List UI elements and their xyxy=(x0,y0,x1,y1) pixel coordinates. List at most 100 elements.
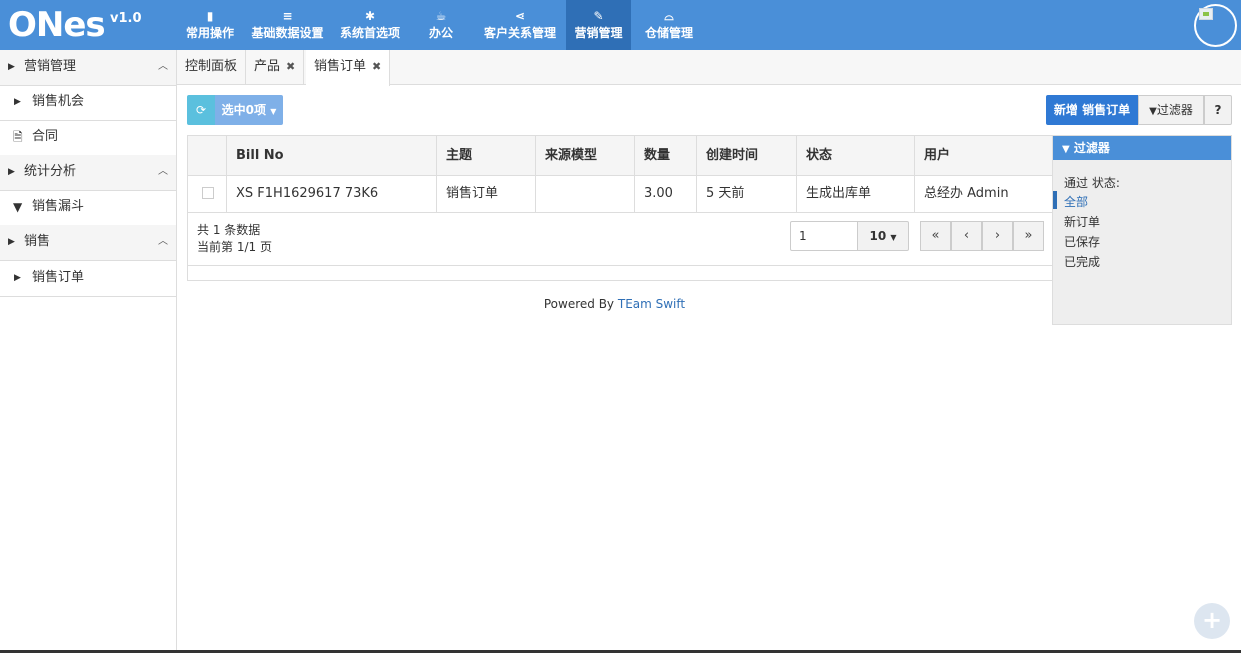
caret-right-icon: ▶ xyxy=(14,273,21,283)
selected-indicator xyxy=(1053,191,1057,209)
filter-label: 过滤器 xyxy=(1156,103,1193,117)
selected-items-dropdown[interactable]: 选中0项 ▼ xyxy=(215,95,283,125)
page-indicator: 当前第 1/1 页 xyxy=(197,240,272,254)
table-footer: 共 1 条数据 当前第 1/1 页 1 10 ▼ « ‹ › » xyxy=(188,213,1052,266)
prev-page-button[interactable]: ‹ xyxy=(951,221,982,251)
orders-table: Bill No 主题 来源模型 数量 创建时间 状态 用户 XS F1H1629… xyxy=(187,135,1053,281)
app-logo[interactable]: ONes v1.0 xyxy=(6,4,176,46)
page-size-select[interactable]: 10 ▼ xyxy=(857,221,909,251)
table-header: Bill No 主题 来源模型 数量 创建时间 状态 用户 xyxy=(188,136,1052,176)
nav-label: 基础数据设置 xyxy=(251,26,324,40)
tab-label: 控制面板 xyxy=(185,59,238,74)
column-header[interactable]: 来源模型 xyxy=(536,136,635,175)
column-header[interactable]: 创建时间 xyxy=(697,136,797,175)
double-chevron-left-icon: « xyxy=(931,228,940,243)
row-checkbox[interactable] xyxy=(202,187,214,199)
nav-item-common[interactable]: ▮ 常用操作 xyxy=(177,0,243,50)
filter-icon: ▼ xyxy=(1062,144,1070,155)
table-cell: XS F1H1629617 73K6 xyxy=(227,176,437,212)
caret-down-icon: ▼ xyxy=(890,233,897,242)
filter-panel-title: 过滤器 xyxy=(1073,141,1110,155)
user-avatar[interactable] xyxy=(1194,4,1237,47)
new-sales-order-button[interactable]: 新增 销售订单 xyxy=(1046,95,1138,125)
pagination-info: 共 1 条数据 当前第 1/1 页 xyxy=(197,222,272,256)
filter-option-completed[interactable]: 已完成 xyxy=(1064,253,1100,270)
sidebar-group-label: 销售 xyxy=(24,234,51,249)
sidebar-item-sales-opportunity[interactable]: ▶ 销售机会 xyxy=(0,85,176,121)
double-chevron-right-icon: » xyxy=(1024,228,1033,243)
gear-icon: ✱ xyxy=(364,9,376,23)
column-header[interactable]: 状态 xyxy=(797,136,915,175)
last-page-button[interactable]: » xyxy=(1013,221,1044,251)
filter-option-all[interactable]: 全部 xyxy=(1064,193,1088,210)
column-header[interactable]: 主题 xyxy=(437,136,536,175)
sidebar-item-label: 合同 xyxy=(32,129,59,144)
caret-right-icon: ▶ xyxy=(8,167,15,177)
caret-right-icon: ▶ xyxy=(8,237,15,247)
inbox-icon: ⌓ xyxy=(664,9,674,23)
chevron-right-icon: › xyxy=(994,228,1001,243)
sidebar-group-label: 统计分析 xyxy=(24,164,77,179)
nav-label: 营销管理 xyxy=(574,26,623,40)
filter-panel-header: ▼ 过滤器 xyxy=(1053,136,1231,160)
nav-label: 常用操作 xyxy=(185,26,234,40)
powered-by: Powered By TEam Swift xyxy=(177,297,1052,311)
floating-add-button[interactable]: + xyxy=(1194,603,1230,639)
total-count: 共 1 条数据 xyxy=(197,223,261,237)
table-cell: 销售订单 xyxy=(437,176,536,212)
next-page-button[interactable]: › xyxy=(982,221,1013,251)
top-navbar: ONes v1.0 ▮ 常用操作 ≡ 基础数据设置 ✱ 系统首选项 ☕ 办公 ⋖… xyxy=(0,0,1241,50)
chevron-up-icon: ︿ xyxy=(158,166,168,177)
nav-item-marketing[interactable]: ✎ 营销管理 xyxy=(566,0,631,50)
table-row[interactable]: XS F1H1629617 73K6 销售订单 3.00 5 天前 生成出库单 … xyxy=(188,176,1052,213)
table-cell: 生成出库单 xyxy=(797,176,915,212)
sidebar-item-label: 销售漏斗 xyxy=(32,199,85,214)
nav-item-preferences[interactable]: ✱ 系统首选项 xyxy=(332,0,408,50)
close-icon[interactable]: ✖ xyxy=(372,60,381,73)
filter-toggle-button[interactable]: ▼过滤器 xyxy=(1138,95,1204,125)
page-size-value: 10 xyxy=(869,229,887,243)
sidebar-group-sales[interactable]: ▶ 销售 ︿ xyxy=(0,225,176,261)
filter-option-saved[interactable]: 已保存 xyxy=(1064,233,1100,250)
nav-item-office[interactable]: ☕ 办公 xyxy=(408,0,474,50)
filter-field-label: 通过 状态: xyxy=(1064,176,1120,190)
chevron-up-icon: ︿ xyxy=(158,236,168,247)
selected-label: 选中0项 xyxy=(221,103,266,117)
team-link[interactable]: TEam Swift xyxy=(618,297,685,311)
column-header[interactable]: Bill No xyxy=(227,136,437,175)
help-button[interactable]: ? xyxy=(1204,95,1232,125)
tab-bar: 控制面板 产品 ✖ 销售订单 ✖ xyxy=(177,50,1241,86)
filter-option-new[interactable]: 新订单 xyxy=(1064,213,1100,230)
sidebar-item-label: 销售订单 xyxy=(32,270,85,285)
nav-item-basic-data[interactable]: ≡ 基础数据设置 xyxy=(243,0,332,50)
sidebar-group-marketing[interactable]: ▶ 营销管理 ︿ xyxy=(0,50,176,86)
nav-label: 客户关系管理 xyxy=(483,26,556,40)
chevron-up-icon: ︿ xyxy=(158,61,168,72)
list-icon: ≡ xyxy=(282,9,293,23)
coffee-icon: ☕ xyxy=(435,9,447,23)
sidebar-item-contract[interactable]: 🗎 合同 xyxy=(0,120,176,156)
sidebar-item-sales-funnel[interactable]: ▼ 销售漏斗 xyxy=(0,190,176,226)
nav-label: 仓储管理 xyxy=(644,26,693,40)
caret-right-icon: ▶ xyxy=(14,97,21,107)
sidebar-group-analytics[interactable]: ▶ 统计分析 ︿ xyxy=(0,155,176,191)
help-icon: ? xyxy=(1214,103,1222,117)
column-header[interactable]: 数量 xyxy=(635,136,697,175)
tab-label: 产品 xyxy=(254,59,281,74)
column-header[interactable]: 用户 xyxy=(915,136,1052,175)
table-cell: 总经办 Admin xyxy=(924,186,1009,201)
refresh-icon: ⟳ xyxy=(195,103,207,117)
refresh-button[interactable]: ⟳ xyxy=(187,95,215,125)
close-icon[interactable]: ✖ xyxy=(286,60,295,73)
nav-label: 办公 xyxy=(428,26,453,40)
sidebar-item-sales-order[interactable]: ▶ 销售订单 xyxy=(0,261,176,297)
tab-dashboard[interactable]: 控制面板 xyxy=(177,50,247,85)
nav-item-crm[interactable]: ⋖ 客户关系管理 xyxy=(474,0,566,50)
nav-item-warehouse[interactable]: ⌓ 仓储管理 xyxy=(631,0,707,50)
page-number-input[interactable]: 1 xyxy=(790,221,858,251)
tab-sales-orders[interactable]: 销售订单 ✖ xyxy=(306,50,391,86)
tab-products[interactable]: 产品 ✖ xyxy=(246,50,305,85)
first-page-button[interactable]: « xyxy=(920,221,951,251)
chevron-left-icon: ‹ xyxy=(963,228,970,243)
brand-name: ONes xyxy=(8,5,106,45)
